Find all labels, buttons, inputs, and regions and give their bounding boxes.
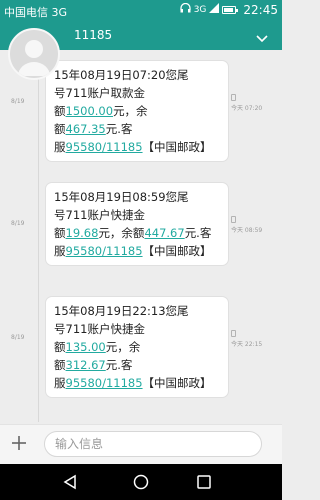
battery-icon — [222, 6, 239, 14]
recents-square-icon[interactable] — [196, 474, 212, 490]
composer-bar: 输入信息 — [0, 424, 282, 464]
message-bubble[interactable]: 15年08月19日07:20您尾 号711账户取款金 额1500.00元，余 额467… — [45, 60, 229, 162]
message-line: 15年08月19日08:59您尾 — [54, 188, 220, 206]
message-link[interactable]: 467.35 — [66, 122, 106, 136]
message-text: 号711账户快捷金 — [54, 208, 145, 222]
message-text: 额 — [54, 122, 66, 136]
back-triangle-icon[interactable] — [62, 474, 78, 490]
message-link[interactable]: 447.67 — [144, 226, 184, 240]
message-text: 15年08月19日08:59您尾 — [54, 190, 189, 204]
message-time: 今天 07:20 — [231, 105, 263, 112]
headset-icon — [180, 2, 191, 17]
message-text: 元.客 — [105, 358, 133, 372]
message-text: 元，余额 — [98, 226, 145, 240]
message-text: 元.客 — [184, 226, 212, 240]
message-link[interactable]: 1500.00 — [66, 104, 114, 118]
message-text: 服 — [54, 376, 66, 390]
message-text: 号711账户快捷金 — [54, 322, 145, 336]
contact-avatar[interactable] — [8, 28, 60, 80]
message-text: 服 — [54, 244, 66, 258]
timeline-line — [38, 52, 39, 422]
message-line: 15年08月19日22:13您尾 — [54, 302, 220, 320]
message-meta: 今天 08:59 — [231, 216, 262, 235]
message-text: 号711账户取款金 — [54, 86, 145, 100]
message-text: 额 — [54, 358, 66, 372]
status-clock: 22:45 — [243, 3, 278, 17]
message-line: 号711账户快捷金 — [54, 206, 220, 224]
message-line: 号711账户取款金 — [54, 84, 220, 102]
plus-icon[interactable] — [10, 434, 28, 452]
message-line: 服95580/11185【中国邮政】 — [54, 138, 220, 156]
message-date: 8/19 — [11, 220, 25, 227]
sim-card-icon — [231, 330, 236, 337]
message-link[interactable]: 95580/11185 — [66, 140, 143, 154]
home-circle-icon[interactable] — [133, 474, 149, 490]
message-text: 额 — [54, 226, 66, 240]
sim-card-icon — [231, 216, 236, 223]
message-line: 号711账户快捷金 — [54, 320, 220, 338]
status-bar: 中国电信 3G 3G 22:45 — [0, 0, 282, 22]
message-bubble[interactable]: 15年08月19日08:59您尾 号711账户快捷金 额19.68元，余额447.6… — [45, 182, 229, 266]
network-3g-icon: 3G — [193, 5, 207, 15]
message-text: 额 — [54, 104, 66, 118]
message-text: 【中国邮政】 — [142, 244, 212, 258]
message-text: 【中国邮政】 — [142, 140, 212, 154]
message-link[interactable]: 135.00 — [66, 340, 106, 354]
message-link[interactable]: 19.68 — [66, 226, 99, 240]
message-line: 额19.68元，余额447.67元.客 — [54, 224, 220, 242]
chevron-down-icon[interactable] — [256, 29, 268, 43]
message-link[interactable]: 312.67 — [66, 358, 106, 372]
message-input[interactable]: 输入信息 — [44, 431, 262, 457]
message-text: 【中国邮政】 — [142, 376, 212, 390]
status-icons: 3G 22:45 — [180, 2, 278, 17]
message-line: 15年08月19日07:20您尾 — [54, 66, 220, 84]
contact-title[interactable]: 11185 — [74, 28, 112, 42]
message-text: 额 — [54, 340, 66, 354]
message-line: 服95580/11185【中国邮政】 — [54, 242, 220, 260]
message-text: 服 — [54, 140, 66, 154]
message-text: 15年08月19日07:20您尾 — [54, 68, 189, 82]
sim-card-icon — [231, 94, 236, 101]
message-text: 元，余 — [105, 340, 141, 354]
message-date: 8/19 — [11, 98, 25, 105]
message-date: 8/19 — [11, 334, 25, 341]
message-line: 额312.67元.客 — [54, 356, 220, 374]
message-line: 服95580/11185【中国邮政】 — [54, 374, 220, 392]
message-text: 元.客 — [105, 122, 133, 136]
message-bubble[interactable]: 15年08月19日22:13您尾 号711账户快捷金 额135.00元，余 额312.… — [45, 296, 229, 398]
carrier-label: 中国电信 3G — [4, 6, 68, 19]
message-meta: 今天 07:20 — [231, 94, 262, 113]
message-line: 额467.35元.客 — [54, 120, 220, 138]
message-text: 15年08月19日22:13您尾 — [54, 304, 189, 318]
message-line: 额1500.00元，余 — [54, 102, 220, 120]
message-meta: 今天 22:15 — [231, 330, 262, 349]
message-text: 元，余 — [113, 104, 148, 118]
system-nav-bar — [0, 464, 282, 500]
message-line: 额135.00元，余 — [54, 338, 220, 356]
message-link[interactable]: 95580/11185 — [66, 244, 143, 258]
message-time: 今天 08:59 — [231, 227, 263, 234]
message-link[interactable]: 95580/11185 — [66, 376, 143, 390]
message-time: 今天 22:15 — [231, 341, 263, 348]
signal-icon — [209, 3, 220, 17]
